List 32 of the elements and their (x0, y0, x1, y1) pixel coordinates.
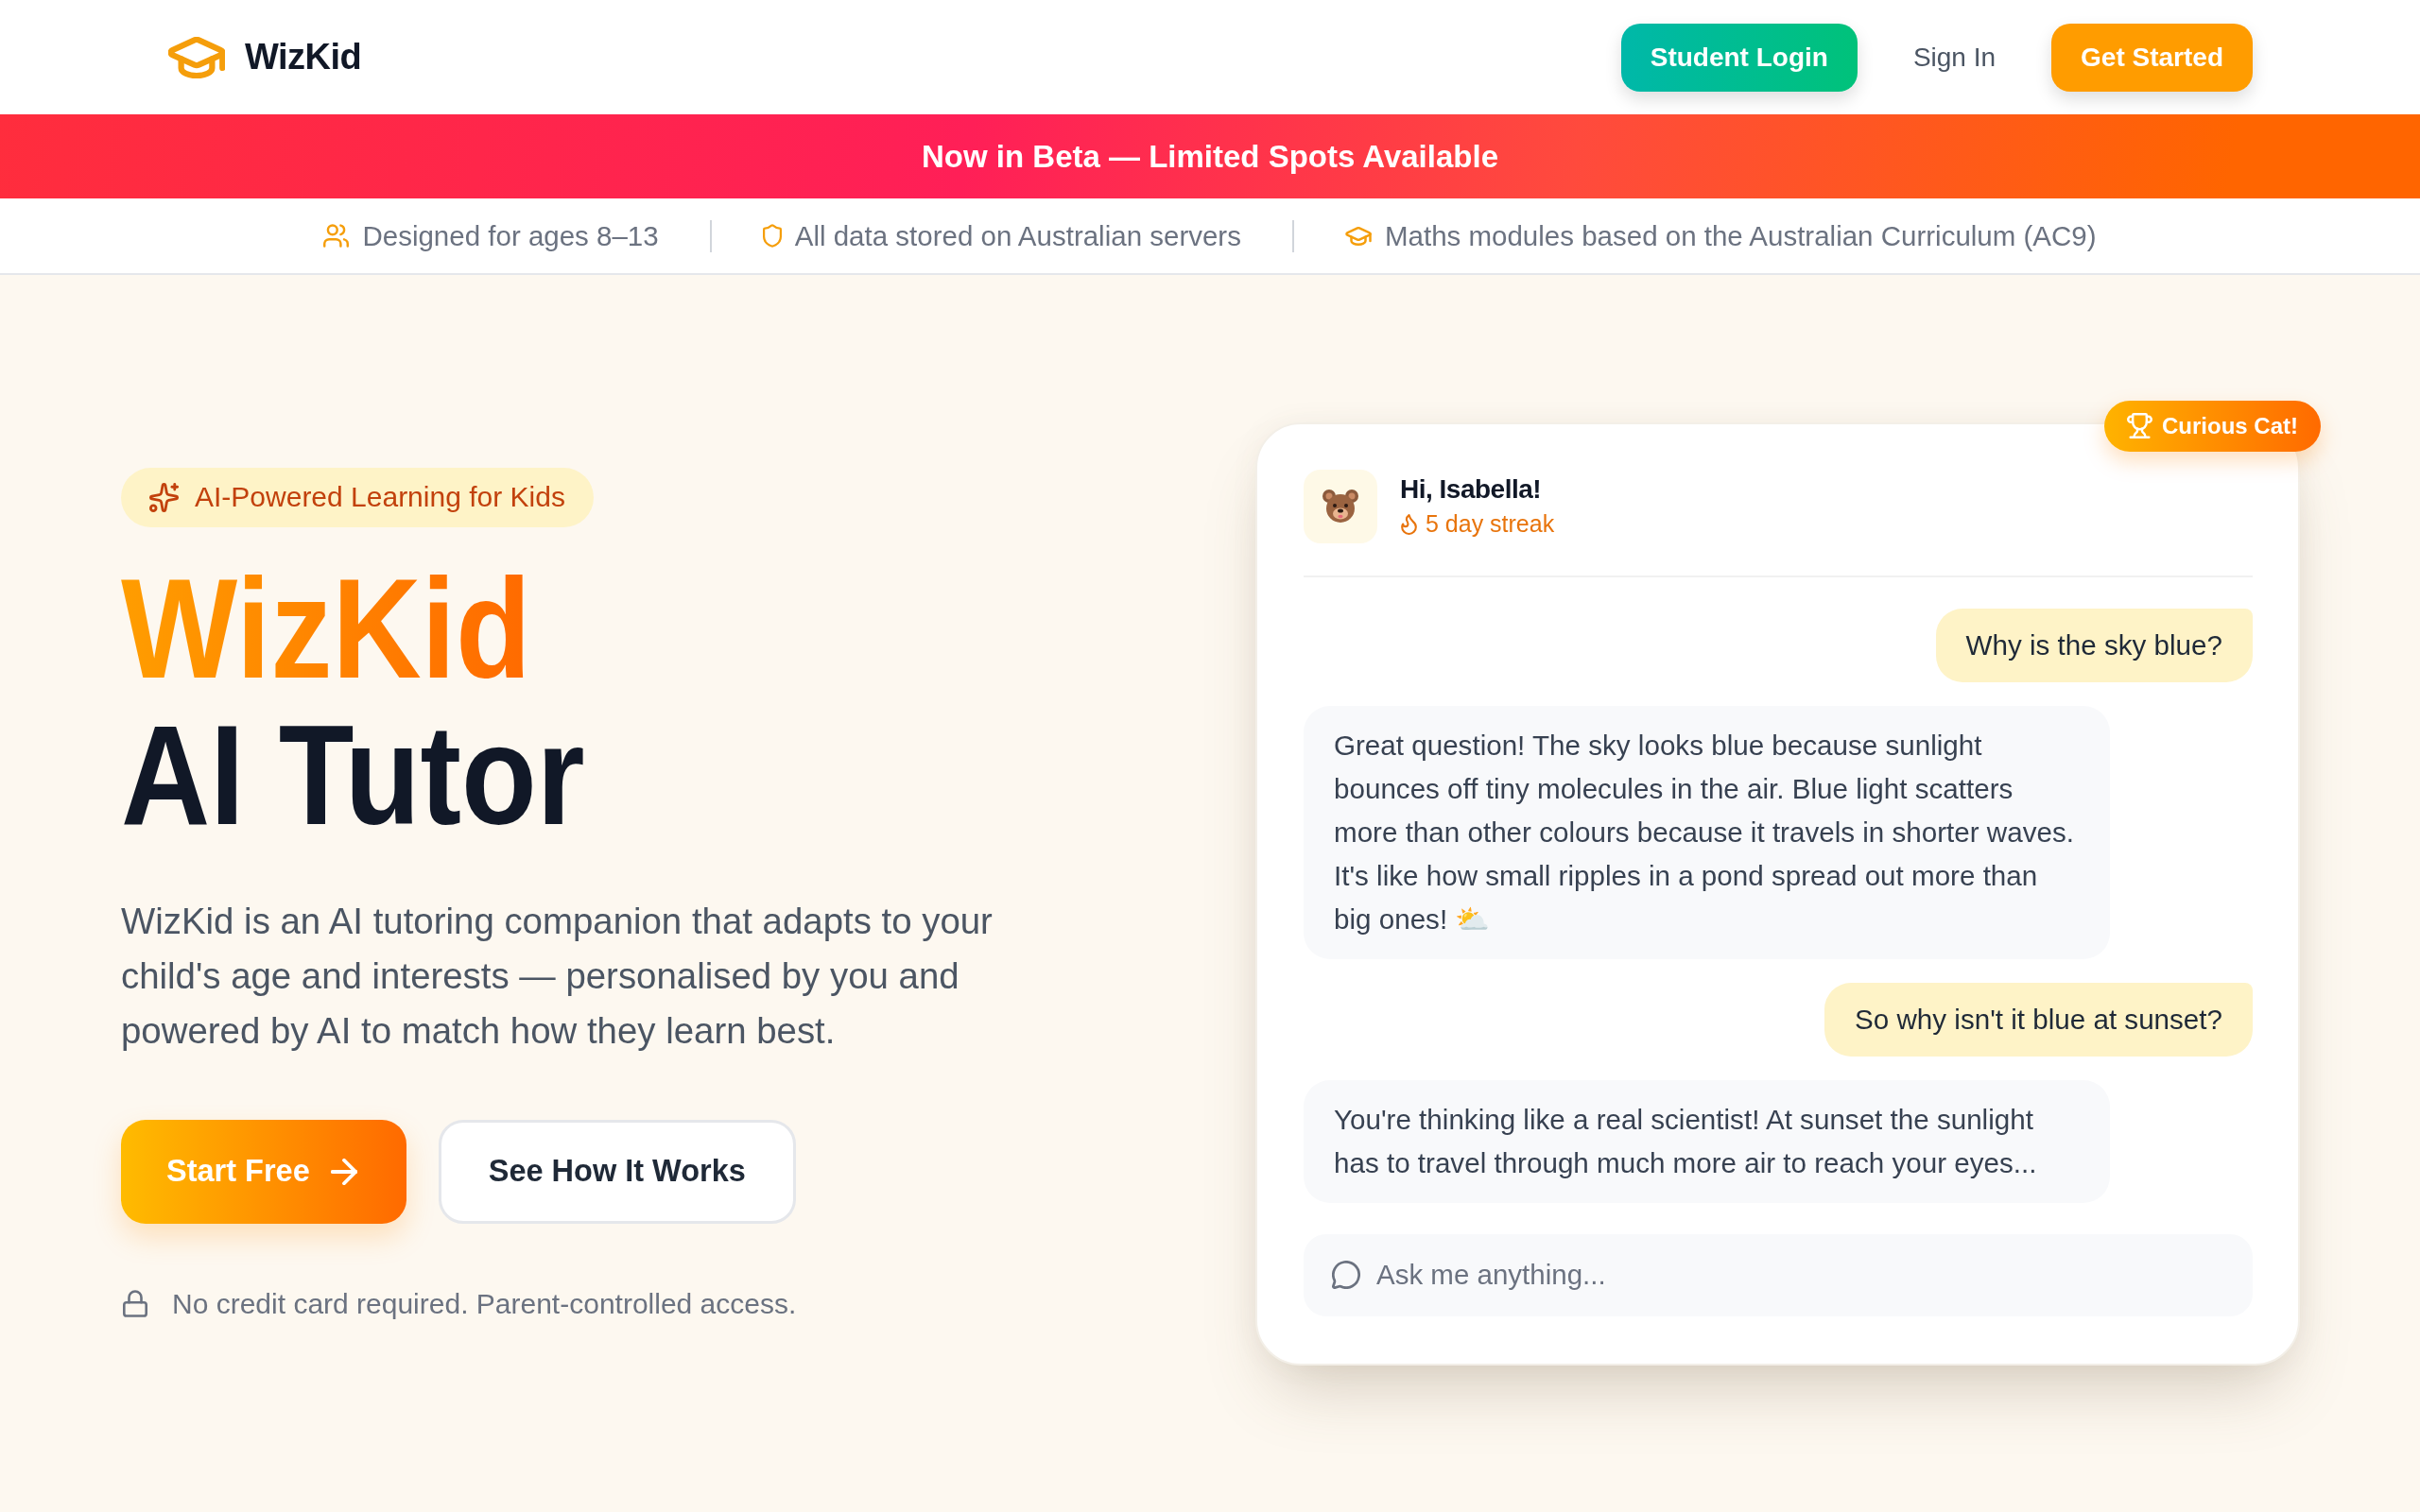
tutor-message: You're thinking like a real scientist! At sunset the sunlight has to travel through much more air to reach your eyes... (1304, 1079, 2111, 1203)
hero-description: WizKid is an AI tutoring companion that adapts to your child's age and interests — personalised by you and powered by AI to match how they learn best. (121, 899, 994, 1053)
trust-item-text: All data stored on Australian servers (794, 219, 1241, 252)
speech-bubble-icon (1332, 1260, 1360, 1289)
student-login-button[interactable]: Student Login (1620, 23, 1858, 92)
streak-text: 5 day streak (1426, 510, 1555, 538)
logo-wordmark: WizKid (245, 37, 362, 77)
student-message: Why is the sky blue? (1935, 608, 2253, 682)
graduation-cap-icon (1344, 226, 1372, 246)
hero-title: AI Tutor (121, 701, 585, 849)
trust-item-text: Designed for ages 8–13 (362, 219, 659, 252)
bear-avatar-icon (1304, 469, 1377, 543)
flame-icon (1400, 513, 1418, 535)
announcement-text: Now in Beta — Limited Spots Available (922, 138, 1498, 175)
start-free-button[interactable]: Start Free (121, 1119, 406, 1224)
sign-in-link[interactable]: Sign In (1912, 42, 1996, 73)
achievement-text: Curious Cat! (2162, 412, 2298, 439)
shield-icon (762, 224, 782, 248)
message-input[interactable]: Ask me anything... (1304, 1233, 2253, 1316)
get-started-button[interactable]: Get Started (2051, 23, 2253, 92)
lock-icon (123, 1290, 147, 1317)
tutor-message: Great question! The sky looks blue because sunlight bounces off tiny molecules in the air. Blue light scatters more than other colours because it travels in shorter waves. It's like how small ripples in a pond spread out more than big ones! ⛅ (1304, 705, 2111, 959)
graduation-cap-icon (168, 36, 225, 78)
trophy-icon (2127, 413, 2152, 438)
student-message: So why isn't it blue at sunset? (1824, 982, 2253, 1057)
sparkles-icon (149, 482, 179, 512)
greeting-text: Hi, Isabella! (1400, 474, 1543, 505)
trust-item-text: Maths modules based on the Australian Curriculum (AC9) (1384, 219, 2097, 252)
see-how-it-works-button[interactable]: See How It Works (438, 1119, 796, 1224)
tagline-text: AI-Powered Learning for Kids (195, 481, 565, 513)
people-icon (323, 224, 350, 248)
access-note: No credit card required. Parent-controlled access. (172, 1287, 797, 1320)
